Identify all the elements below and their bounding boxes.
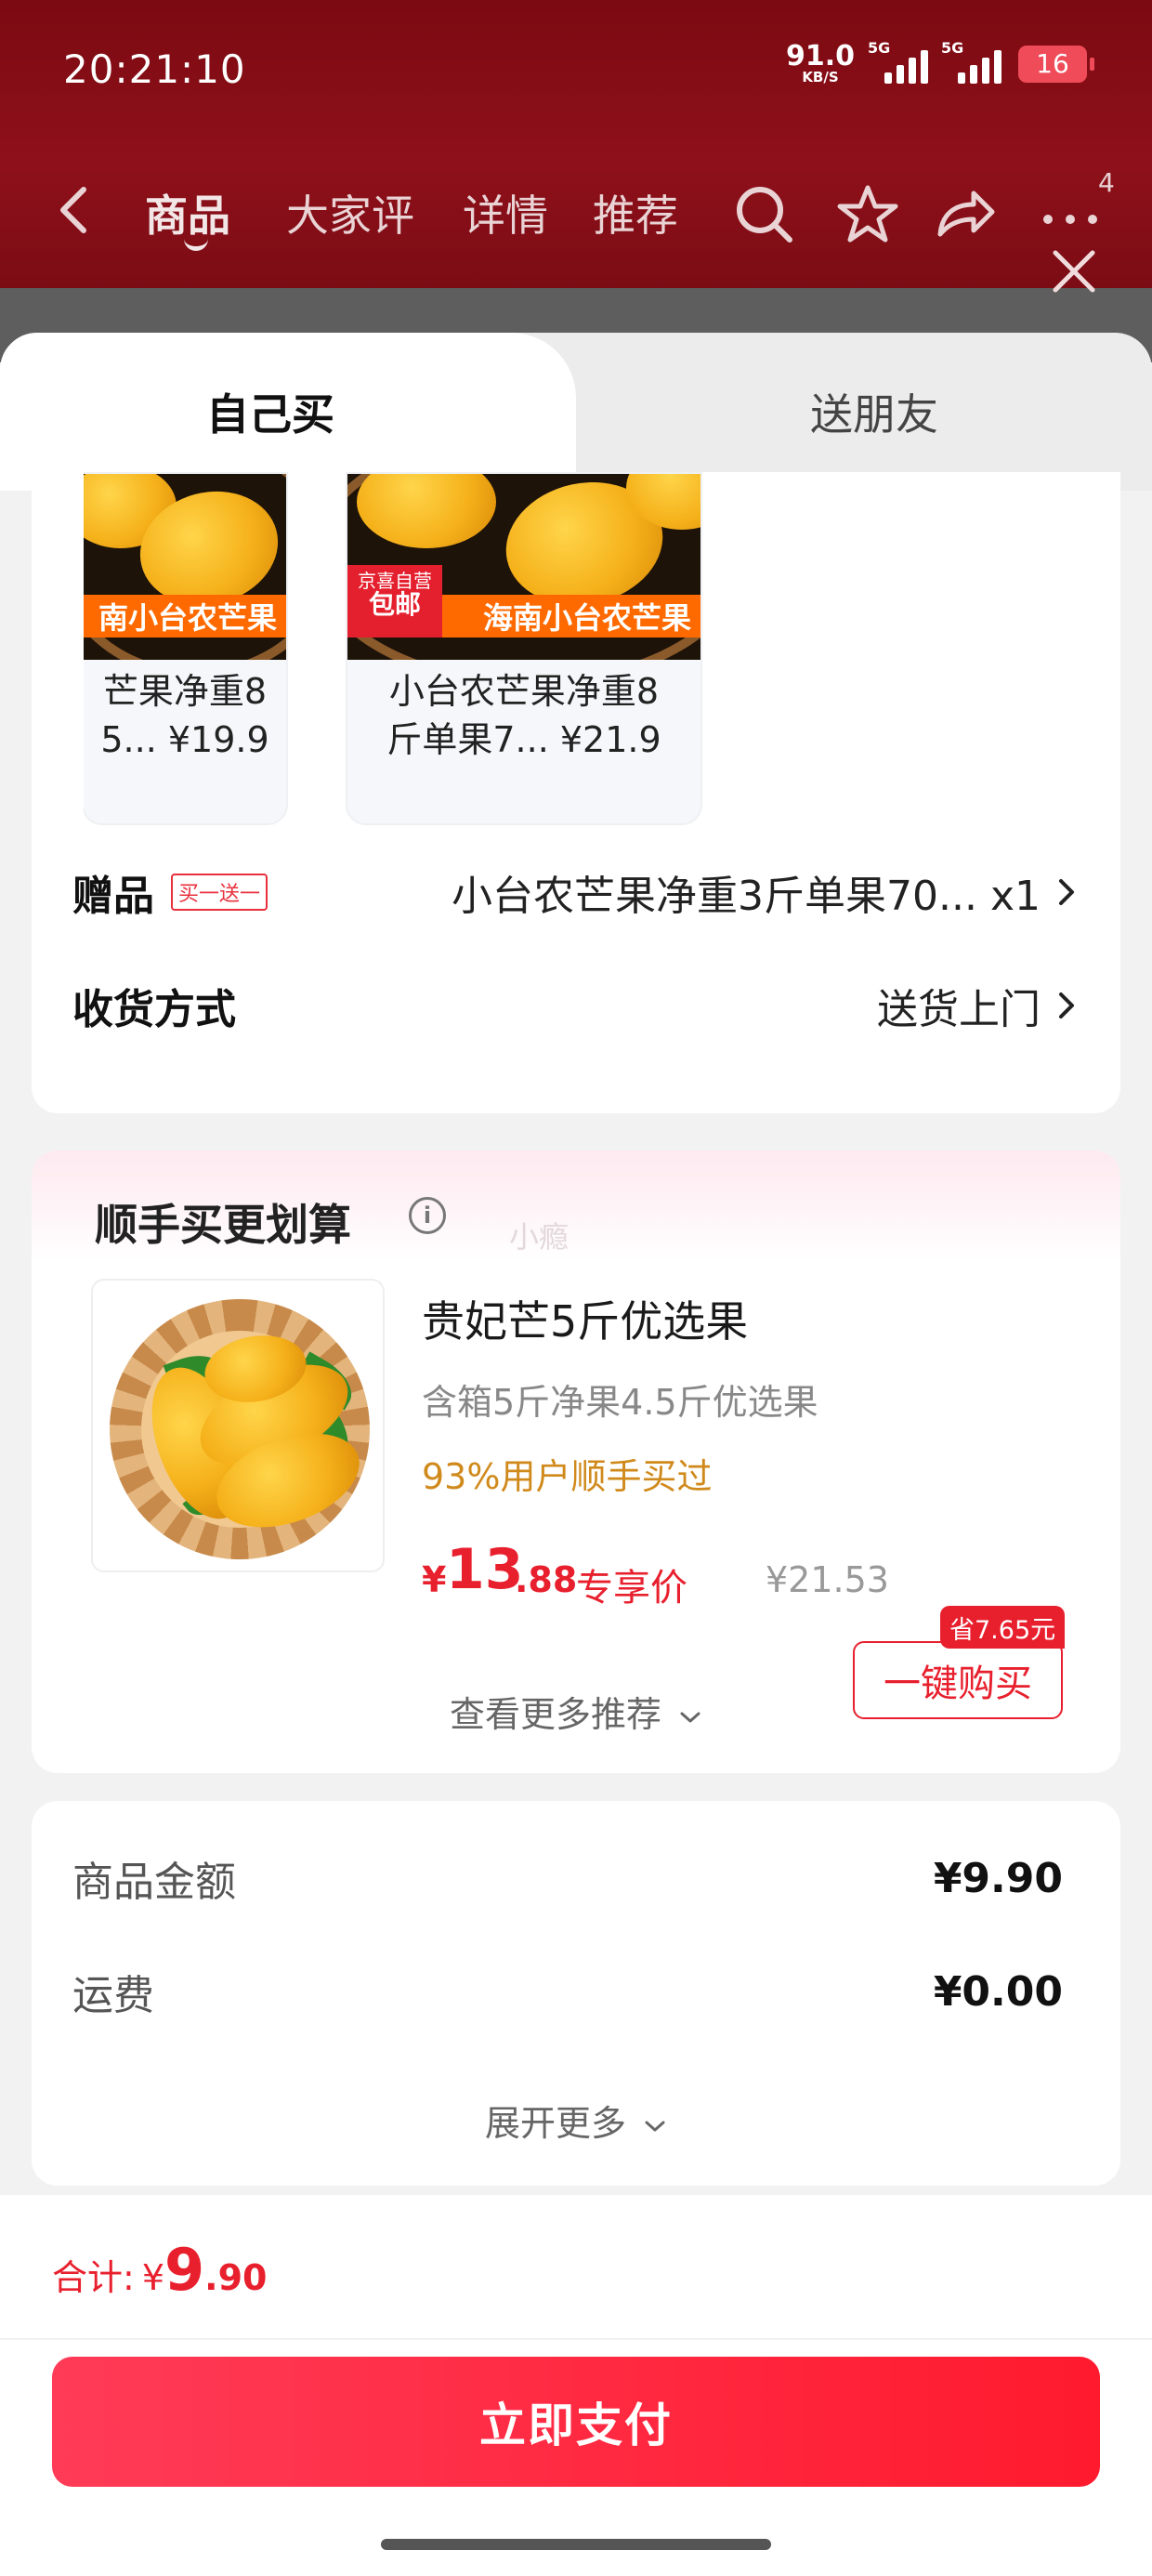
purchase-mode-tabs: 自己买 送朋友 (0, 333, 1152, 491)
upsell-social-proof: 93%用户顺手买过 (422, 1456, 713, 1497)
net-speed-value: 91.0 (785, 40, 855, 72)
product-nav-bar: 商品 大家评 详情 推荐 (0, 167, 1152, 251)
status-time: 20:21:10 (63, 46, 246, 92)
checkout-footer: 合计: ¥ 9 .90 立即支付 (0, 2195, 1152, 2576)
signal-2-icon: 5G (941, 39, 1001, 84)
product-variant-name-line1: 芒果净重8 (102, 671, 268, 712)
status-indicators: 91.0 KB/S 5G 5G 16 (786, 39, 1094, 85)
upsell-product-name[interactable]: 贵妃芒5斤优选果 (422, 1288, 748, 1349)
expand-more-label: 展开更多 (484, 2103, 626, 2144)
view-more-label: 查看更多推荐 (449, 1694, 661, 1735)
product-variant-name: 小台农芒果净重8 斤单果7... ¥21.9 (347, 667, 700, 764)
tab-gift-friend[interactable]: 送朋友 (810, 381, 938, 442)
total-decimal: .90 (204, 2257, 268, 2298)
total-integer: 9 (164, 2236, 205, 2304)
price-decimal: .88 (515, 1559, 578, 1600)
amount-summary-card: 商品金额 ¥9.90 运费 ¥0.00 展开更多 (32, 1801, 1120, 2186)
status-bar: 20:21:10 91.0 KB/S 5G 5G 16 (0, 0, 1152, 139)
watermark-text: 小瘾 (509, 1219, 569, 1255)
search-icon[interactable] (732, 182, 795, 245)
pay-now-button[interactable]: 立即支付 (52, 2357, 1100, 2487)
amount-row-shipping: 运费 ¥0.00 (72, 1959, 1063, 2024)
net-speed: 91.0 KB/S (786, 43, 855, 85)
favorite-star-icon[interactable] (836, 182, 899, 245)
signal-2-label: 5G (941, 38, 964, 57)
net-speed-unit: KB/S (802, 69, 839, 85)
delivery-method-row[interactable]: 收货方式 送货上门 (72, 968, 1080, 1043)
shipping-fee-value: ¥0.00 (933, 1967, 1063, 2016)
nav-tab-recommend[interactable]: 推荐 (593, 182, 678, 243)
original-price: ¥21.53 (766, 1559, 889, 1600)
expand-more-link[interactable]: 展开更多 (32, 2095, 1120, 2146)
close-icon[interactable] (1046, 243, 1102, 299)
home-indicator[interactable] (381, 2539, 771, 2550)
upsell-card: 顺手买更划算 i 小瘾 贵妃芒5斤优选果 含箱5斤净果4.5斤优选果 93%用户… (32, 1150, 1120, 1773)
view-more-recommendations-link[interactable]: 查看更多推荐 (32, 1686, 1120, 1737)
savings-badge: 省7.65元 (940, 1606, 1066, 1649)
chevron-right-icon (1059, 992, 1074, 1019)
product-variant-name-line2: 5... ¥19.9 (100, 719, 269, 760)
product-variant-name-line2: 斤单果7... ¥21.9 (386, 719, 661, 760)
product-variant-card[interactable]: 南小台农芒果 芒果净重8 5... ¥19.9 (84, 472, 288, 825)
gift-value: 小台农芒果净重3斤单果70... x1 (452, 873, 1041, 920)
signal-1-label: 5G (868, 38, 891, 57)
product-variant-name-line1: 小台农芒果净重8 (388, 671, 660, 712)
exclusive-price-label: 专享价 (576, 1567, 687, 1610)
price-currency: ¥ (422, 1559, 447, 1600)
total-label: 合计: (52, 2257, 135, 2298)
footer-divider (0, 2338, 1152, 2340)
order-total: 合计: ¥ 9 .90 (52, 2236, 267, 2304)
battery-icon: 16 (1018, 45, 1094, 83)
goods-amount-label: 商品金额 (72, 1859, 236, 1906)
nav-tab-reviews[interactable]: 大家评 (286, 182, 414, 243)
gift-row[interactable]: 赠品 买一送一 小台农芒果净重3斤单果70... x1 (72, 855, 1080, 929)
gift-label: 赠品 (72, 873, 154, 920)
buy-one-get-one-badge: 买一送一 (171, 874, 268, 911)
product-variant-name: 芒果净重8 5... ¥19.9 (84, 667, 286, 764)
more-options-icon[interactable] (1039, 182, 1102, 245)
product-variant-card[interactable]: 京喜自营 包邮 海南小台农芒果 小台农芒果净重8 斤单果7... ¥21.9 (346, 472, 702, 825)
more-options-badge: 4 (1098, 167, 1115, 198)
nav-tab-product[interactable]: 商品 (145, 182, 230, 243)
chevron-down-icon (645, 2121, 665, 2131)
share-icon[interactable] (933, 182, 996, 245)
self-operated-tag: 京喜自营 包邮 (347, 565, 442, 637)
product-variant-list[interactable]: 南小台农芒果 芒果净重8 5... ¥19.9 京喜自营 包邮 海南小台农芒果 (84, 472, 715, 825)
info-icon[interactable]: i (409, 1197, 446, 1234)
total-currency: ¥ (141, 2257, 164, 2298)
upsell-product-image[interactable] (91, 1279, 385, 1572)
free-shipping-tag: 包邮 (368, 589, 421, 620)
signal-1-icon: 5G (868, 39, 928, 84)
delivery-method-value: 送货上门 (877, 986, 1041, 1033)
nav-tab-details[interactable]: 详情 (463, 182, 548, 243)
upsell-price-row: ¥ 13 .88 专享价 ¥21.53 (422, 1531, 1091, 1610)
chevron-down-icon (680, 1712, 700, 1722)
amount-row-goods: 商品金额 ¥9.90 (72, 1846, 1063, 1911)
nav-tab-active-indicator (184, 238, 208, 251)
self-operated-tag-line1: 京喜自营 (358, 570, 432, 592)
shipping-fee-label: 运费 (72, 1972, 154, 2019)
product-variant-banner: 南小台农芒果 (84, 595, 286, 637)
chevron-right-icon (1059, 879, 1074, 905)
delivery-method-label: 收货方式 (72, 986, 236, 1033)
goods-amount-value: ¥9.90 (933, 1854, 1063, 1902)
back-arrow-icon[interactable] (52, 184, 98, 236)
order-options-card: 南小台农芒果 芒果净重8 5... ¥19.9 京喜自营 包邮 海南小台农芒果 (32, 472, 1120, 1113)
tab-self-buy[interactable]: 自己买 (206, 381, 334, 442)
upsell-product-spec: 含箱5斤净果4.5斤优选果 (422, 1382, 818, 1423)
upsell-title: 顺手买更划算 (95, 1200, 351, 1250)
price-integer: 13 (446, 1537, 524, 1602)
